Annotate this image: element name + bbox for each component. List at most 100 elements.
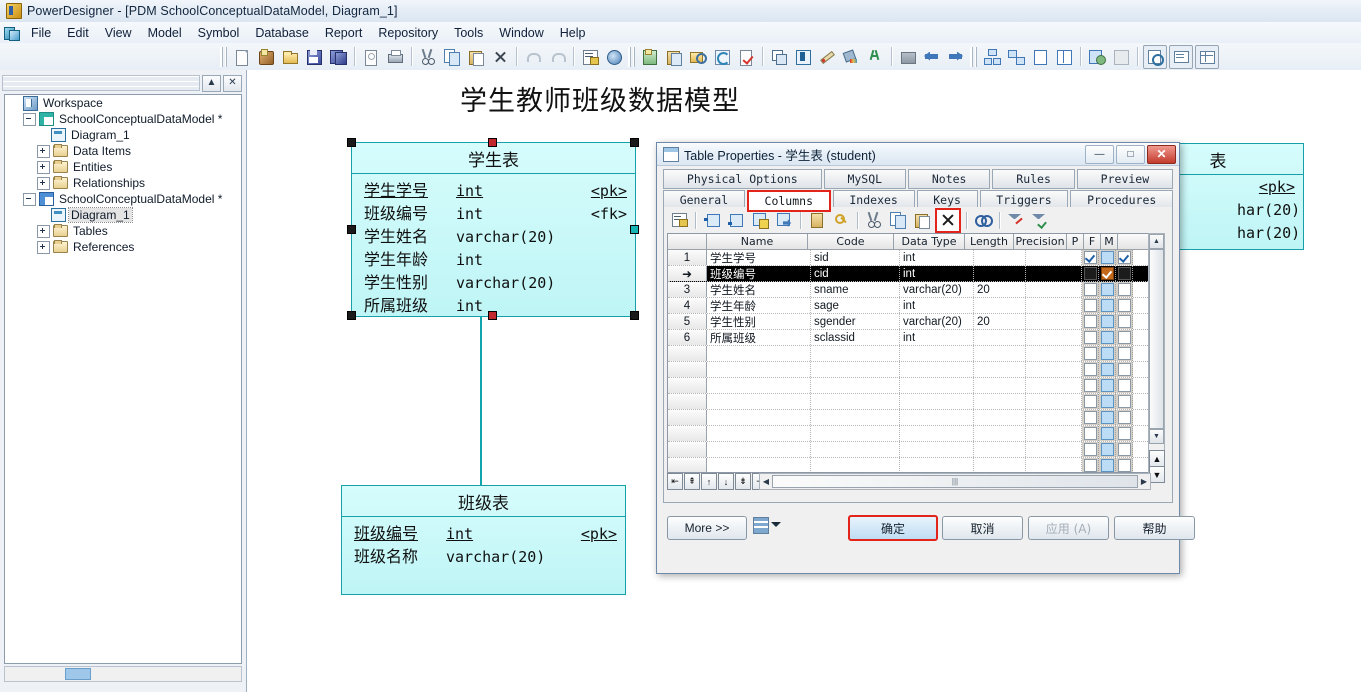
menu-item-edit[interactable]: Edit [59, 24, 97, 42]
save-icon[interactable] [303, 46, 325, 68]
grid-row[interactable]: 5 学生性别 sgender varchar(20) 20 [668, 314, 1148, 330]
grid-cell-code[interactable] [811, 346, 900, 361]
grid-cell-mandatory[interactable] [1116, 442, 1133, 457]
menu-item-help[interactable]: Help [552, 24, 594, 42]
checkbox[interactable] [1117, 315, 1131, 328]
menu-item-tools[interactable]: Tools [446, 24, 491, 42]
grid-cell-data-type[interactable] [900, 442, 974, 457]
grid-cell-code[interactable] [811, 378, 900, 393]
hierarchy-icon[interactable] [981, 46, 1003, 68]
next-icon[interactable] [945, 46, 967, 68]
grid-cell-length[interactable] [974, 330, 1026, 345]
grid-cell-code[interactable]: cid [811, 266, 900, 281]
grid-cell-code[interactable] [811, 426, 900, 441]
generate-icon[interactable] [1086, 46, 1108, 68]
menu-item-repository[interactable]: Repository [370, 24, 446, 42]
grid-cell-precision[interactable] [1026, 378, 1082, 393]
toolbar-grip[interactable] [970, 46, 978, 67]
grid-cell-primary[interactable] [1082, 314, 1099, 329]
checkbox[interactable] [1117, 251, 1131, 264]
grid-cell-primary[interactable] [1082, 410, 1099, 425]
grid-cell-data-type[interactable]: int [900, 266, 974, 281]
close-panel-button[interactable]: ✕ [223, 74, 242, 92]
grid-row[interactable]: 4 学生年龄 sage int [668, 298, 1148, 314]
grid-cell-foreign[interactable] [1099, 410, 1116, 425]
open-icon[interactable] [279, 46, 301, 68]
grid-cell-data-type[interactable]: varchar(20) [900, 282, 974, 297]
print-preview-icon[interactable] [360, 46, 382, 68]
properties-icon[interactable] [579, 46, 601, 68]
checkbox[interactable] [1100, 363, 1114, 376]
tab-columns[interactable]: Columns [746, 190, 831, 212]
checkbox[interactable] [1083, 411, 1097, 424]
grid-cell-primary[interactable] [1082, 378, 1099, 393]
grid-cell-name[interactable] [707, 410, 811, 425]
system-menu-icon[interactable] [4, 26, 20, 41]
checkbox[interactable] [1083, 379, 1097, 392]
checkbox[interactable] [1117, 395, 1131, 408]
first-row-button[interactable]: ⇤ [667, 473, 683, 490]
checkbox[interactable] [1100, 331, 1114, 344]
prev-page-button[interactable]: ⇞ [684, 473, 700, 490]
find-object-icon[interactable] [687, 46, 709, 68]
checkbox[interactable] [1100, 395, 1114, 408]
grid-header-name[interactable]: Name [707, 234, 808, 249]
grid-cell-rownum[interactable] [668, 346, 707, 361]
more-button[interactable]: More >> [667, 516, 747, 540]
tree-item-references[interactable]: References [5, 239, 241, 255]
paste-icon[interactable] [911, 210, 933, 231]
grid-cell-name[interactable] [707, 346, 811, 361]
dialog-maximize-button[interactable]: □ [1116, 144, 1145, 164]
grid-cell-name[interactable] [707, 362, 811, 377]
expand-icon[interactable] [37, 240, 50, 254]
tree-item-data-items[interactable]: Data Items [5, 143, 241, 159]
grid-cell-name[interactable] [707, 426, 811, 441]
checkbox[interactable] [1117, 443, 1131, 456]
grid-cell-primary[interactable] [1082, 442, 1099, 457]
scroll-up-button[interactable]: ▲ [1149, 234, 1164, 249]
grid-cell-primary[interactable] [1082, 362, 1099, 377]
grid-cell-code[interactable] [811, 394, 900, 409]
grid-cell-rownum[interactable] [668, 410, 707, 425]
grid-cell-foreign[interactable] [1099, 394, 1116, 409]
expand-icon[interactable] [37, 176, 50, 190]
grid-cell-code[interactable]: sid [811, 250, 900, 265]
grid-row-empty[interactable] [668, 378, 1148, 394]
grid-cell-mandatory[interactable] [1116, 266, 1133, 281]
chevron-down-icon[interactable] [771, 522, 781, 527]
grid-cell-code[interactable] [811, 458, 900, 472]
paste-object-icon[interactable] [663, 46, 685, 68]
grid-cell-length[interactable] [974, 362, 1026, 377]
selection-handle[interactable] [347, 138, 356, 147]
checkbox[interactable] [1100, 299, 1114, 312]
checkbox[interactable] [1100, 283, 1114, 296]
grid-cell-foreign[interactable] [1099, 458, 1116, 472]
grid-cell-length[interactable] [974, 426, 1026, 441]
grid-cell-rownum[interactable]: 5 [668, 314, 707, 329]
checkbox[interactable] [1100, 459, 1114, 472]
previous-icon[interactable] [921, 46, 943, 68]
dependencies-icon[interactable] [1005, 46, 1027, 68]
checkbox[interactable] [1100, 443, 1114, 456]
tab-notes[interactable]: Notes [907, 169, 991, 189]
grid-cell-data-type[interactable] [900, 394, 974, 409]
grid-row-empty[interactable] [668, 346, 1148, 362]
grid-cell-foreign[interactable] [1099, 442, 1116, 457]
grid-cell-rownum[interactable] [668, 378, 707, 393]
checkbox[interactable] [1117, 459, 1131, 472]
tree-item-tables[interactable]: Tables [5, 223, 241, 239]
next-page-button[interactable]: ⇟ [735, 473, 751, 490]
grid-cell-name[interactable] [707, 378, 811, 393]
columns-icon[interactable] [1053, 46, 1075, 68]
scroll-left-button[interactable]: ◀ [760, 477, 772, 486]
grid-cell-primary[interactable] [1082, 330, 1099, 345]
grid-cell-rownum[interactable]: 3 [668, 282, 707, 297]
checkbox[interactable] [1083, 299, 1097, 312]
grid-row-empty[interactable] [668, 442, 1148, 458]
toolbar-grip[interactable] [220, 46, 228, 67]
grid-cell-mandatory[interactable] [1116, 458, 1133, 472]
grid-cell-rownum[interactable]: ➜ [668, 266, 707, 281]
grid-cell-mandatory[interactable] [1116, 426, 1133, 441]
selection-handle[interactable] [488, 311, 497, 320]
tree-item-workspace[interactable]: Workspace [5, 95, 241, 111]
